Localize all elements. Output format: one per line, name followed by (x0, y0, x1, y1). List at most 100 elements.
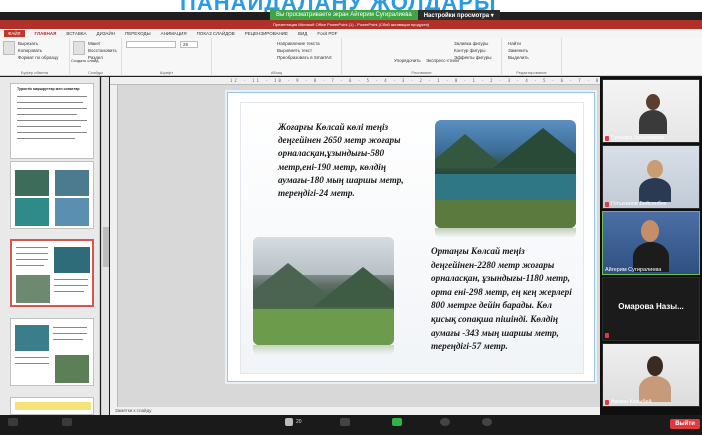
slide-text-middle-kolsay[interactable]: Ортаңғы Көлсай теңіз деңгейінен-2280 мет… (431, 245, 575, 354)
slides-panel: Туристік маршруттар мен сипаттар (0, 77, 100, 415)
ribbon-tabs: ФАЙЛ ГЛАВНАЯ ВСТАВКА ДИЗАЙН ПЕРЕХОДЫ АНИ… (0, 29, 702, 38)
lake-photo-upper[interactable] (435, 120, 576, 228)
clipboard-label: Буфер обмена (20, 70, 49, 75)
participant-tile-2[interactable]: Готыханов Бейсенбек (602, 145, 700, 209)
participant-name-display: Омарова Назы... (618, 302, 684, 311)
shape-outline-button[interactable]: Контур фигуры (454, 48, 485, 53)
slide-thumb-2[interactable] (10, 161, 94, 229)
participant-tile-5[interactable]: Ажжан Казыбей (602, 343, 700, 407)
new-slide-icon[interactable] (73, 41, 85, 55)
participant-label: Готыханов Бейсенбек (605, 201, 666, 207)
paragraph-group: Направление текста Выровнять текст Преоб… (212, 38, 342, 76)
mute-button[interactable] (8, 418, 18, 426)
mic-off-icon (605, 399, 609, 405)
find-button[interactable]: Найти (508, 41, 521, 46)
copy-button[interactable]: Копировать (18, 48, 42, 53)
vertical-ruler (110, 85, 118, 407)
font-name-select[interactable] (126, 41, 176, 48)
reactions-button[interactable] (482, 418, 492, 426)
mic-off-icon (605, 135, 609, 141)
tab-slideshow[interactable]: ПОКАЗ СЛАЙДОВ (197, 31, 235, 36)
participants-button[interactable]: 20 (285, 418, 302, 426)
drawing-label: Рисование (411, 70, 432, 75)
tab-transitions[interactable]: ПЕРЕХОДЫ (125, 31, 151, 36)
slides-group: Создать слайд Макет Восстановить Раздел … (70, 38, 122, 76)
slide-thumb-1[interactable]: Туристік маршруттар мен сипаттар (10, 83, 94, 159)
tab-file[interactable]: ФАЙЛ (4, 30, 25, 37)
section-button[interactable]: Раздел (88, 55, 103, 60)
align-text-button[interactable]: Выровнять текст (277, 48, 312, 53)
photo-reflection-upper (435, 228, 576, 238)
layout-button[interactable]: Макет (88, 41, 101, 46)
reset-button[interactable]: Восстановить (88, 48, 117, 53)
tab-design[interactable]: ДИЗАЙН (97, 31, 116, 36)
clipboard-group: Вырезать Копировать Формат по образцу Бу… (0, 38, 70, 76)
arrange-button[interactable]: Упорядочить (394, 58, 421, 63)
record-icon (440, 418, 450, 426)
lake-photo-middle[interactable] (253, 237, 394, 345)
shape-fill-button[interactable]: Заливка фигуры (454, 41, 488, 46)
shape-effects-button[interactable]: Эффекты фигуры (454, 55, 492, 60)
participant-label (605, 333, 609, 338)
text-direction-button[interactable]: Направление текста (277, 41, 320, 46)
editing-group: Найти Заменить Выделить Редактирование (502, 38, 562, 76)
thumb-title: Туристік маршруттар мен сипаттар (17, 87, 80, 91)
camera-off-icon (62, 418, 72, 426)
paste-icon[interactable] (3, 41, 15, 55)
tab-animation[interactable]: АНИМАЦИЯ (161, 31, 187, 36)
format-painter-button[interactable]: Формат по образцу (18, 55, 58, 60)
scrollbar-knob[interactable] (103, 227, 109, 267)
mic-off-icon (605, 333, 609, 338)
font-label: Шрифт (159, 70, 174, 75)
tab-review[interactable]: РЕЦЕНЗИРОВАНИЕ (245, 31, 288, 36)
smartart-button[interactable]: Преобразовать в SmartArt (277, 55, 332, 60)
chat-icon (340, 418, 350, 426)
notes-pane[interactable]: Заметки к слайду (110, 407, 600, 415)
participants-icon (285, 418, 293, 426)
slide-text-upper-kolsay[interactable]: Жоғарғы Көлсай көлі теңіз деңгейінен 265… (278, 121, 418, 200)
font-group: 28 Шрифт (122, 38, 212, 76)
window-title: Презентация Microsoft Office PowerPoint … (0, 20, 702, 29)
record-button[interactable] (440, 418, 450, 426)
tab-home[interactable]: ГЛАВНАЯ (35, 31, 57, 36)
slide-thumb-5[interactable] (10, 397, 94, 415)
participant-label: Айгерим Сугиралиева (605, 267, 662, 273)
editing-label: Редактирование (516, 70, 547, 75)
slide-thumb-4[interactable] (10, 318, 94, 386)
mic-off-icon (605, 201, 609, 207)
share-screen-icon (392, 418, 402, 426)
chat-button[interactable] (340, 418, 350, 426)
microphone-icon (8, 418, 18, 426)
font-size-select[interactable]: 28 (180, 41, 198, 48)
slides-scrollbar[interactable] (101, 77, 109, 415)
slide-thumb-3-selected[interactable] (10, 239, 94, 307)
participant-tile-3-speaking[interactable]: Айгерим Сугиралиева (602, 211, 700, 275)
cut-button[interactable]: Вырезать (18, 41, 38, 46)
participant-label: Гүлнара Ушкулакова (605, 135, 664, 141)
video-button[interactable] (62, 418, 72, 426)
slide-canvas[interactable]: Жоғарғы Көлсай көлі теңіз деңгейінен 265… (227, 92, 595, 382)
replace-button[interactable]: Заменить (508, 48, 528, 53)
avatar (646, 94, 660, 110)
share-screen-button[interactable] (392, 418, 402, 426)
participant-label: Ажжан Казыбей (605, 399, 652, 405)
participant-tile-4[interactable]: Омарова Назы... (602, 277, 700, 341)
drawing-group: Упорядочить Экспресс-стили Заливка фигур… (342, 38, 502, 76)
avatar (647, 160, 663, 178)
horizontal-ruler: 12 · 11 · 10 · 9 · 8 · 7 · 6 · 5 · 4 · 3… (110, 77, 600, 85)
participants-count: 20 (296, 419, 302, 425)
participants-panel: Гүлнара Ушкулакова Готыханов Бейсенбек А… (600, 77, 702, 415)
slides-label: Слайды (88, 70, 103, 75)
ribbon: Вырезать Копировать Формат по образцу Бу… (0, 38, 702, 76)
leave-button[interactable]: Выйти (670, 419, 700, 429)
tab-view[interactable]: ВИД (298, 31, 307, 36)
photo-reflection-middle (253, 345, 394, 355)
avatar (647, 356, 663, 376)
tab-foxit[interactable]: Foxit PDF (317, 31, 337, 36)
participant-tile-1[interactable]: Гүлнара Ушкулакова (602, 79, 700, 143)
meeting-toolbar: 20 Выйти (0, 415, 702, 435)
avatar (641, 220, 659, 242)
tab-insert[interactable]: ВСТАВКА (66, 31, 86, 36)
screen: ПАНАЙДАЛАНУ ЖОЛДАРЫ Вы просматриваете эк… (0, 0, 702, 435)
select-button[interactable]: Выделить (508, 55, 529, 60)
